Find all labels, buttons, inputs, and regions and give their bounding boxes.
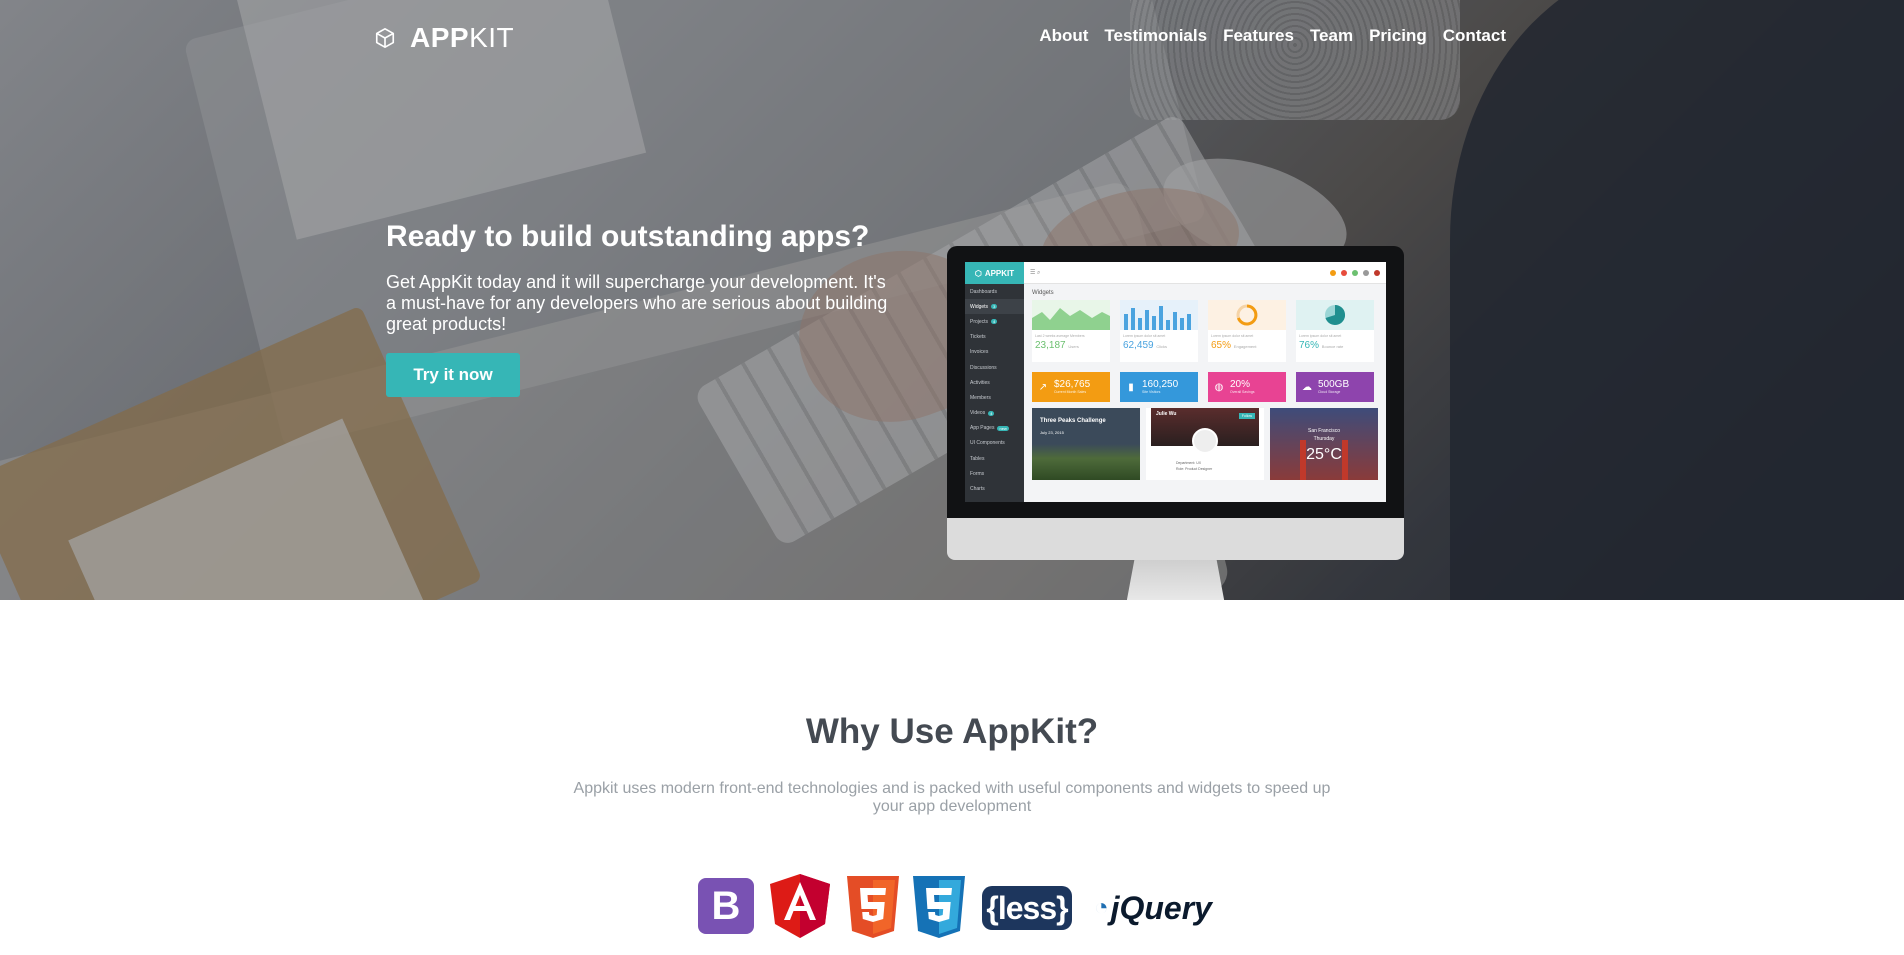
cube-icon: [375, 28, 395, 48]
html5-logo-icon: [847, 876, 899, 938]
mockup-notifications: [1330, 269, 1380, 276]
angular-logo-icon: [770, 874, 830, 938]
weather-card: San Francisco Thursday 25°C: [1270, 408, 1378, 480]
mockup-sidebar-item: App Pages new: [970, 425, 1009, 432]
nav-link-pricing[interactable]: Pricing: [1369, 26, 1427, 46]
widget-card: Lorem ipsum dolor sit amet 65% Engagemen…: [1208, 300, 1286, 362]
brand-logo[interactable]: APPKIT: [374, 22, 514, 54]
imac-chin: [947, 518, 1404, 560]
notification-dot-icon: [1341, 269, 1347, 276]
mockup-sidebar-item: Videos 4: [970, 410, 995, 417]
mockup-sidebar-item: Charts: [970, 486, 985, 493]
piggy-icon: ◍: [1214, 381, 1224, 393]
imac-stand: [1126, 560, 1225, 600]
hero-copy: Ready to build outstanding apps? Get App…: [386, 218, 906, 397]
mockup-sidebar-item: Dashboards: [970, 288, 997, 295]
mockup-topbar: ☰ ⌕: [1024, 262, 1386, 284]
widget-card: Last 2 weeks average Members 23,187 User…: [1032, 300, 1110, 362]
ring-chart: [1208, 300, 1286, 330]
stat-tile: ☁ 500GB Cloud Storage: [1296, 372, 1374, 402]
challenge-card: Three Peaks Challenge July 23, 2015: [1032, 408, 1140, 480]
hero-section: APPKIT About Testimonials Features Team …: [0, 0, 1904, 600]
brand-name: APPKIT: [410, 22, 515, 53]
bar-sparkline: [1120, 300, 1198, 330]
mockup-sidebar-item: Discussions: [970, 364, 997, 371]
css3-logo-icon: [913, 876, 965, 938]
mockup-feature-cards: Three Peaks Challenge July 23, 2015 Juli…: [1024, 402, 1386, 480]
try-it-now-button[interactable]: Try it now: [386, 353, 520, 397]
imac-mockup: ⬡ APPKIT Dashboards Widgets 3 Projects 4 Ti…: [947, 246, 1404, 600]
mockup-main: ☰ ⌕ Widgets Last 2 weeks average Members…: [1024, 262, 1386, 502]
mockup-cube-icon: ⬡: [974, 268, 982, 278]
mockup-sidebar-item: Invoices: [970, 349, 989, 356]
nav-link-contact[interactable]: Contact: [1443, 26, 1506, 46]
notification-dot-icon: [1352, 269, 1358, 276]
widget-card: Lorem ipsum dolor sit amet 76% Bounce ra…: [1296, 300, 1374, 362]
nav-link-team[interactable]: Team: [1310, 26, 1353, 46]
mockup-sidebar-item: Projects 4: [970, 318, 998, 325]
mockup-widget-cards: Last 2 weeks average Members 23,187 User…: [1024, 300, 1386, 402]
dashboard-screenshot: ⬡ APPKIT Dashboards Widgets 3 Projects 4 Ti…: [965, 262, 1386, 502]
mockup-sidebar-item: UI Components: [970, 440, 1005, 447]
section-title: Why Use AppKit?: [805, 712, 1099, 751]
profile-card: Julie Wu Follow Department: UX Role: Prod…: [1146, 408, 1264, 480]
jquery-logo-icon: ◔ jQuery: [1094, 889, 1212, 926]
notification-dot-icon: [1330, 269, 1336, 276]
mockup-sidebar-item: Members: [970, 394, 991, 401]
mockup-search-icon: ☰ ⌕: [1030, 269, 1041, 276]
hero-text: Get AppKit today and it will supercharge…: [386, 272, 888, 334]
why-section: Why Use AppKit? Appkit uses modern front…: [0, 600, 1904, 955]
mockup-sidebar-item: Tables: [970, 455, 985, 462]
mockup-sidebar-item: Activities: [970, 379, 990, 386]
stat-tile: ↗ $26,765 Current Month Sales: [1032, 372, 1110, 402]
mockup-sidebar-item: Tickets: [970, 334, 986, 341]
stat-tile: ▮ 160,250 Site Visitors: [1120, 372, 1198, 402]
mockup-sidebar-item: Widgets 3: [965, 299, 1024, 315]
main-menu: About Testimonials Features Team Pricing…: [1039, 26, 1506, 46]
mockup-brand: ⬡ APPKIT: [965, 262, 1024, 284]
mockup-sidebar-item: Forms: [970, 470, 985, 477]
widget-card: Lorem ipsum dolor sit amet 62,459 Clicks: [1120, 300, 1198, 362]
bar-icon: ▮: [1128, 381, 1134, 393]
top-navigation: APPKIT About Testimonials Features Team …: [0, 0, 1904, 76]
avatar: [1374, 269, 1380, 276]
bootstrap-logo-icon: B: [698, 878, 754, 934]
cloud-icon: ☁: [1302, 381, 1312, 393]
mockup-section-title: Widgets: [1032, 290, 1054, 296]
nav-link-about[interactable]: About: [1039, 26, 1088, 46]
avatar: [1192, 428, 1218, 454]
stat-tile: ◍ 20% Overall Savings: [1208, 372, 1286, 402]
jquery-swoosh-icon: ◔: [1094, 894, 1109, 921]
nav-link-features[interactable]: Features: [1223, 26, 1294, 46]
section-description: Appkit uses modern front-end technologie…: [573, 780, 1331, 815]
less-logo-icon: {less}: [982, 886, 1072, 930]
hero-title: Ready to build outstanding apps?: [386, 220, 870, 253]
grid-icon: [1363, 269, 1369, 276]
pie-chart: [1296, 300, 1374, 330]
area-sparkline: [1032, 300, 1110, 330]
chart-icon: ↗: [1038, 381, 1048, 393]
imac-bezel: ⬡ APPKIT Dashboards Widgets 3 Projects 4 Ti…: [947, 246, 1404, 518]
nav-link-testimonials[interactable]: Testimonials: [1104, 26, 1207, 46]
mockup-sidebar: ⬡ APPKIT Dashboards Widgets 3 Projects 4 Ti…: [965, 262, 1024, 502]
